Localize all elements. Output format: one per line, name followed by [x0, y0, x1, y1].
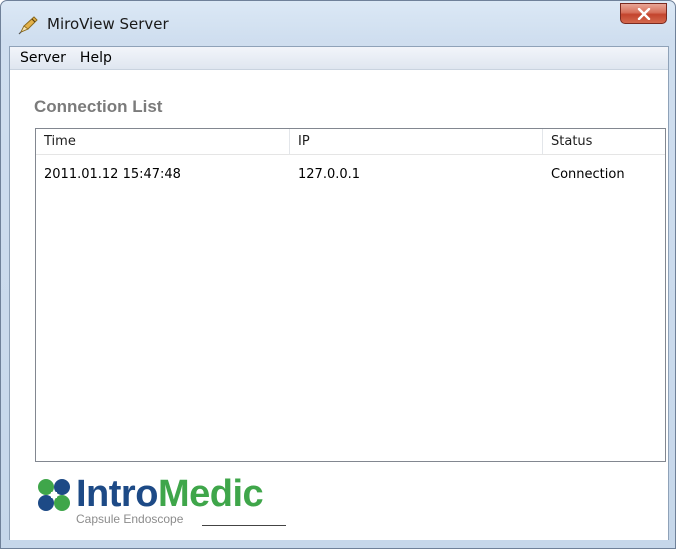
menu-server[interactable]: Server [20, 50, 66, 66]
clover-logo-icon [38, 479, 70, 511]
connection-list[interactable]: Time IP Status 2011.01.12 15:47:48 127.0… [35, 128, 666, 462]
client-area: Server Help Connection List Time IP Stat… [9, 46, 669, 541]
list-header: Time IP Status [36, 129, 665, 155]
cell-status: Connection [551, 167, 625, 182]
column-header-time[interactable]: Time [36, 129, 290, 154]
window-frame-bottom [1, 540, 675, 548]
intromedic-logo: IntroMedic Capsule Endoscope [34, 472, 294, 532]
cell-ip: 127.0.0.1 [298, 167, 361, 182]
logo-medic: Medic [157, 473, 264, 515]
logo-tagline: Capsule Endoscope [76, 512, 184, 526]
menu-bar: Server Help [10, 47, 668, 70]
close-icon [637, 7, 650, 20]
logo-wordmark: IntroMedic [76, 472, 264, 516]
logo-intro: Intro [76, 473, 158, 515]
app-window: MiroView Server Server Help Connection L… [0, 0, 676, 549]
logo-underline [202, 525, 286, 526]
pen-icon [18, 16, 38, 35]
window-title: MiroView Server [47, 15, 169, 33]
cell-time: 2011.01.12 15:47:48 [44, 167, 181, 182]
title-bar[interactable]: MiroView Server [1, 1, 675, 45]
column-header-ip[interactable]: IP [290, 129, 543, 154]
list-row[interactable]: 2011.01.12 15:47:48 127.0.0.1 Connection [36, 164, 665, 186]
section-title: Connection List [34, 97, 163, 116]
menu-help[interactable]: Help [80, 50, 112, 66]
close-button[interactable] [620, 3, 667, 24]
column-header-status[interactable]: Status [543, 129, 665, 154]
